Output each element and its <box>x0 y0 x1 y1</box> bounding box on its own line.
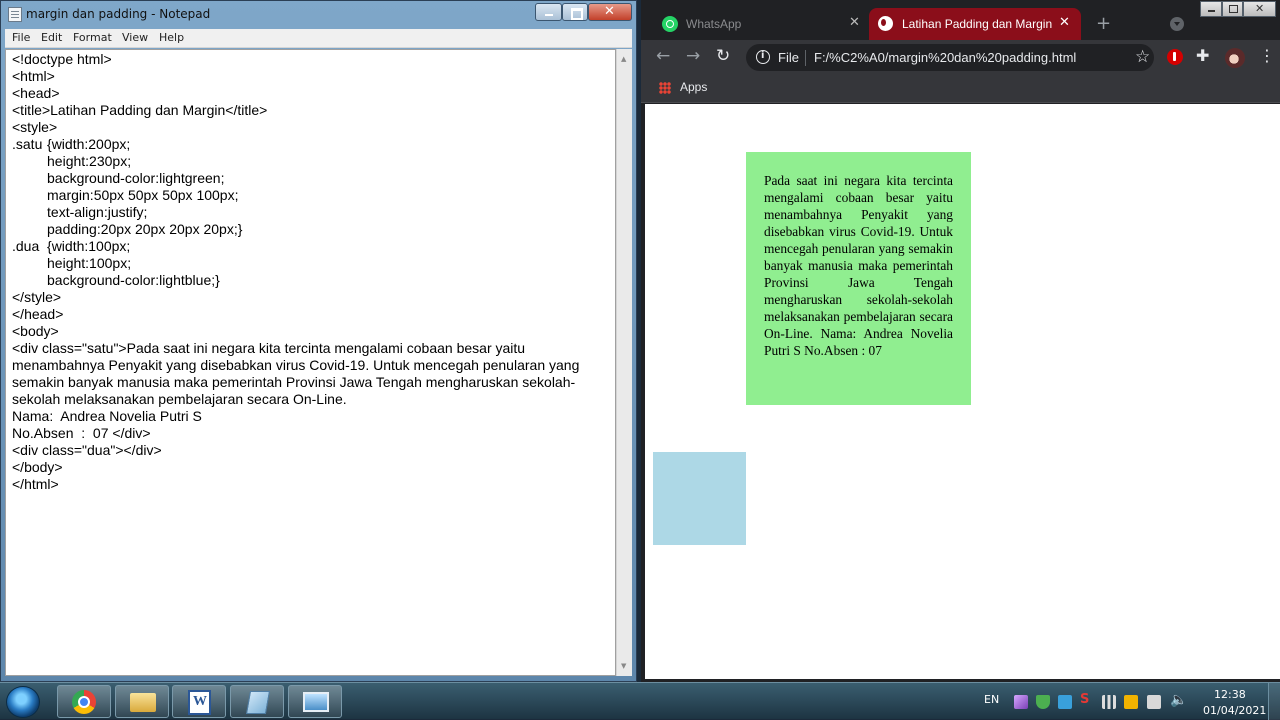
shield-tray-icon[interactable] <box>1036 695 1050 709</box>
browser-toolbar: ← → ↻ File F:/%C2%A0/margin%20dan%20padd… <box>641 40 1280 74</box>
notepad-title: margin dan padding - Notepad <box>26 7 211 21</box>
browser-maximize-button[interactable] <box>1222 1 1243 17</box>
profile-avatar[interactable] <box>1225 48 1245 68</box>
browser-close-button[interactable] <box>1243 1 1276 17</box>
pen-tray-icon[interactable] <box>1014 695 1028 709</box>
close-tab-icon[interactable]: ✕ <box>849 15 860 30</box>
volume-icon[interactable]: 🔈 <box>1170 692 1187 708</box>
satu-box: Pada saat ini negara kita tercinta menga… <box>746 152 971 405</box>
apps-bookmark[interactable]: Apps <box>680 80 707 94</box>
notepad-titlebar[interactable]: margin dan padding - Notepad <box>1 1 636 28</box>
action-center-flag-icon[interactable] <box>1124 695 1138 709</box>
url-scheme: File <box>778 50 799 65</box>
signal-tray-icon[interactable] <box>1102 695 1116 709</box>
chrome-icon <box>72 690 96 714</box>
menu-help[interactable]: Help <box>159 31 184 44</box>
word-icon <box>188 690 211 715</box>
browser-minimize-button[interactable] <box>1200 1 1222 17</box>
notepad-menubar: File Edit Format View Help <box>5 29 632 48</box>
page-viewport: Pada saat ini negara kita tercinta menga… <box>645 104 1280 679</box>
notepad-icon <box>245 691 271 714</box>
browser-window: WhatsApp ✕ Latihan Padding dan Margin ✕ … <box>641 0 1280 682</box>
menu-edit[interactable]: Edit <box>41 31 62 44</box>
vertical-scrollbar[interactable]: ▲ ▼ <box>616 49 632 676</box>
menu-format[interactable]: Format <box>73 31 112 44</box>
language-indicator[interactable]: EN <box>984 693 999 706</box>
scroll-down-icon[interactable]: ▼ <box>621 662 626 670</box>
tab-strip: WhatsApp ✕ Latihan Padding dan Margin ✕ … <box>641 0 1280 40</box>
maximize-button[interactable] <box>562 3 588 21</box>
photo-viewer-icon <box>303 692 329 712</box>
tab-search-icon[interactable] <box>1170 17 1184 31</box>
minimize-button[interactable] <box>535 3 562 21</box>
menu-view[interactable]: View <box>122 31 148 44</box>
back-arrow-icon[interactable]: ← <box>656 46 670 66</box>
address-bar[interactable]: File F:/%C2%A0/margin%20dan%20padding.ht… <box>746 44 1154 71</box>
menu-file[interactable]: File <box>12 31 30 44</box>
power-tray-icon[interactable] <box>1147 695 1161 709</box>
notepad-app-icon <box>8 7 22 22</box>
network-tray-icon[interactable] <box>1058 695 1072 709</box>
taskbar-notepad-button[interactable] <box>230 685 284 718</box>
notepad-editor[interactable]: <!doctype html> <html> <head> <title>Lat… <box>5 49 616 676</box>
taskbar-explorer-button[interactable] <box>115 685 169 718</box>
close-tab-icon[interactable]: ✕ <box>1059 15 1070 30</box>
menu-kebab-icon[interactable]: ⋮ <box>1259 46 1275 65</box>
taskbar: EN S 🔈 12:38 01/04/2021 <box>0 682 1280 720</box>
tab-label: WhatsApp <box>686 17 742 31</box>
url-text[interactable]: F:/%C2%A0/margin%20dan%20padding.html <box>814 50 1076 65</box>
tab-latihan[interactable]: Latihan Padding dan Margin ✕ <box>869 8 1081 40</box>
notepad-content[interactable]: <!doctype html> <html> <head> <title>Lat… <box>12 51 612 493</box>
s-app-tray-icon[interactable]: S <box>1080 692 1094 707</box>
tab-whatsapp[interactable]: WhatsApp ✕ <box>653 8 873 40</box>
omnibox-divider <box>805 50 806 66</box>
close-button[interactable] <box>588 3 632 21</box>
scroll-up-icon[interactable]: ▲ <box>621 55 626 63</box>
globe-icon <box>878 16 893 31</box>
tab-label: Latihan Padding dan Margin <box>902 17 1053 31</box>
dua-box <box>653 452 746 545</box>
start-button[interactable] <box>6 686 40 718</box>
taskbar-word-button[interactable] <box>172 685 226 718</box>
clock-date[interactable]: 01/04/2021 <box>1203 704 1266 717</box>
bookmark-star-icon[interactable]: ☆ <box>1135 47 1150 67</box>
apps-grid-icon[interactable] <box>659 82 671 94</box>
extension-icon[interactable] <box>1167 49 1183 65</box>
show-desktop-button[interactable] <box>1268 683 1280 720</box>
taskbar-chrome-button[interactable] <box>57 685 111 718</box>
taskbar-photo-button[interactable] <box>288 685 342 718</box>
whatsapp-icon <box>662 16 678 32</box>
bookmarks-bar: Apps <box>641 74 1280 103</box>
extensions-puzzle-icon[interactable]: ✚ <box>1196 46 1209 65</box>
notepad-window: margin dan padding - Notepad File Edit F… <box>0 0 637 682</box>
folder-icon <box>130 693 156 712</box>
new-tab-icon[interactable]: + <box>1096 13 1111 34</box>
reload-icon[interactable]: ↻ <box>716 46 730 66</box>
forward-arrow-icon[interactable]: → <box>686 46 700 66</box>
clock-time[interactable]: 12:38 <box>1214 688 1246 701</box>
info-icon[interactable] <box>756 50 770 64</box>
